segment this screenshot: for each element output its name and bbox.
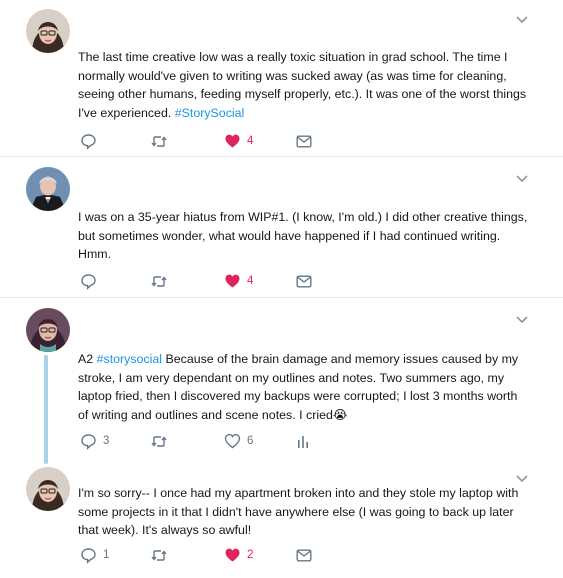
- retweet-button[interactable]: [150, 132, 174, 150]
- reply-icon: [80, 273, 97, 290]
- chevron-down-icon[interactable]: [515, 312, 529, 324]
- direct-message-button[interactable]: [296, 272, 312, 290]
- chevron-down-icon[interactable]: [515, 12, 529, 24]
- reply-button[interactable]: 3: [80, 432, 109, 450]
- reply-icon: [80, 547, 97, 564]
- direct-message-button[interactable]: [296, 132, 312, 150]
- retweet-button[interactable]: [150, 272, 174, 290]
- retweet-icon: [150, 133, 168, 150]
- tweet-text: A2 #storysocial Because of the brain dam…: [78, 352, 519, 422]
- retweet-icon: [150, 273, 168, 290]
- heart-icon: [224, 273, 241, 289]
- direct-message-button[interactable]: [296, 546, 312, 564]
- tweet-feed: The last time creative low was a really …: [0, 0, 563, 578]
- tweet-1[interactable]: The last time creative low was a really …: [0, 0, 563, 156]
- heart-icon: [224, 433, 241, 449]
- tweet-text: The last time creative low was a really …: [78, 50, 527, 120]
- avatar[interactable]: [26, 167, 70, 211]
- tweet-3[interactable]: A2 #storysocial Because of the brain dam…: [0, 298, 563, 462]
- tweet-text: I'm so sorry-- I once had my apartment b…: [78, 486, 519, 537]
- analytics-button[interactable]: [296, 432, 310, 450]
- like-button[interactable]: 2: [224, 546, 253, 564]
- like-count: 4: [247, 275, 254, 287]
- retweet-button[interactable]: [150, 432, 174, 450]
- like-count: 6: [247, 435, 254, 447]
- tweet-2[interactable]: I was on a 35-year hiatus from WIP#1. (I…: [0, 157, 563, 297]
- tweet-actions: 1 2: [80, 546, 320, 564]
- tweet-text: I was on a 35-year hiatus from WIP#1. (I…: [78, 210, 528, 261]
- retweet-icon: [150, 547, 168, 564]
- tweet-actions: 4: [80, 132, 320, 150]
- chevron-down-icon[interactable]: [515, 471, 529, 483]
- envelope-icon: [296, 549, 312, 562]
- like-button[interactable]: 4: [224, 272, 253, 290]
- reply-button[interactable]: 1: [80, 546, 109, 564]
- retweet-icon: [150, 433, 168, 450]
- heart-icon: [224, 547, 241, 563]
- hashtag-link[interactable]: #storysocial: [97, 352, 162, 366]
- reply-count: 3: [103, 435, 110, 447]
- hashtag-link[interactable]: #StorySocial: [175, 106, 245, 120]
- like-count: 2: [247, 549, 254, 561]
- reply-button[interactable]: [80, 272, 103, 290]
- tweet-4[interactable]: I'm so sorry-- I once had my apartment b…: [0, 462, 563, 578]
- tweet-actions: 4: [80, 272, 320, 290]
- chevron-down-icon[interactable]: [515, 171, 529, 183]
- like-button[interactable]: 6: [224, 432, 253, 450]
- reply-icon: [80, 133, 97, 150]
- like-button[interactable]: 4: [224, 132, 253, 150]
- envelope-icon: [296, 135, 312, 148]
- tweet-actions: 3 6: [80, 432, 320, 450]
- avatar[interactable]: [26, 467, 70, 511]
- retweet-button[interactable]: [150, 546, 174, 564]
- like-count: 4: [247, 135, 254, 147]
- reply-button[interactable]: [80, 132, 103, 150]
- analytics-icon: [296, 434, 310, 449]
- envelope-icon: [296, 275, 312, 288]
- avatar[interactable]: [26, 308, 70, 352]
- avatar[interactable]: [26, 9, 70, 53]
- reply-icon: [80, 433, 97, 450]
- reply-count: 1: [103, 549, 110, 561]
- heart-icon: [224, 133, 241, 149]
